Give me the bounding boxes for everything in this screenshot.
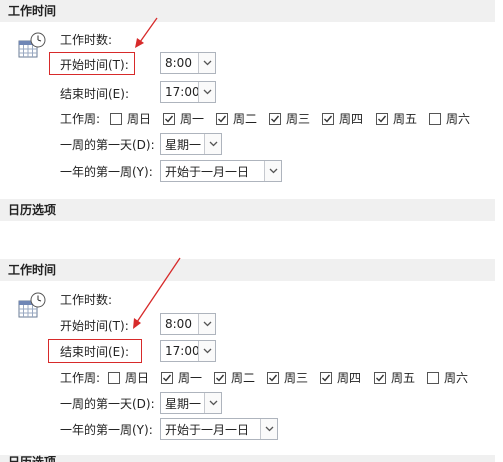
checkmark-icon (269, 374, 278, 382)
work-hours-label: 工作时数: (60, 293, 113, 307)
calendar-clock-icon (18, 32, 46, 58)
calendar-options-header: 日历选项 (0, 199, 495, 221)
chevron-down-icon[interactable] (198, 82, 215, 102)
checkmark-icon (216, 374, 225, 382)
day-label: 周五 (391, 371, 416, 385)
day-label: 周四 (339, 112, 364, 126)
day-label: 周五 (393, 112, 418, 126)
start-time-combo[interactable]: 8:00 (160, 52, 216, 74)
start-time-highlight (49, 52, 135, 75)
checkbox-0[interactable] (108, 372, 120, 384)
work-hours-label: 工作时数: (60, 33, 113, 47)
calendar-options-header-2: 日历选项 (0, 455, 495, 462)
first-day-combo[interactable]: 星期一 (160, 392, 222, 414)
chevron-down-icon[interactable] (198, 53, 215, 73)
first-week-label: 一年的第一周(Y): (60, 165, 153, 179)
checkmark-icon (163, 374, 172, 382)
day-label: 周六 (444, 371, 469, 385)
day-label: 周二 (233, 112, 258, 126)
end-time-highlight (48, 339, 142, 363)
arrow-to-start-time (135, 17, 158, 48)
day-label: 周一 (178, 371, 203, 385)
checkbox-5[interactable] (374, 372, 386, 384)
work-time-header: 工作时间 (0, 0, 495, 22)
day-label: 周日 (125, 371, 150, 385)
first-day-label: 一周的第一天(D): (60, 397, 155, 411)
checkmark-icon (271, 115, 280, 123)
work-week-label: 工作周: (60, 371, 101, 385)
checkbox-4[interactable] (320, 372, 332, 384)
first-day-combo[interactable]: 星期一 (160, 133, 222, 155)
start-time-label: 开始时间(T): (60, 319, 129, 333)
checkbox-6[interactable] (427, 372, 439, 384)
checkbox-6[interactable] (429, 113, 441, 125)
chevron-down-icon[interactable] (204, 134, 221, 154)
first-week-label: 一年的第一周(Y): (60, 423, 153, 437)
calendar-clock-icon (18, 292, 46, 318)
checkbox-4[interactable] (322, 113, 334, 125)
start-time-value: 8:00 (165, 317, 192, 331)
checkmark-icon (165, 115, 174, 123)
checkmark-icon (218, 115, 227, 123)
work-week-label: 工作周: (60, 112, 101, 126)
checkmark-icon (324, 115, 333, 123)
work-time-header-2: 工作时间 (0, 259, 495, 281)
day-label: 周二 (231, 371, 256, 385)
chevron-down-icon[interactable] (264, 161, 281, 181)
chevron-down-icon[interactable] (204, 393, 221, 413)
checkbox-5[interactable] (376, 113, 388, 125)
end-time-label: 结束时间(E): (60, 87, 129, 101)
first-day-label: 一周的第一天(D): (60, 138, 155, 152)
checkbox-3[interactable] (267, 372, 279, 384)
checkbox-1[interactable] (163, 113, 175, 125)
checkbox-2[interactable] (214, 372, 226, 384)
day-label: 周日 (127, 112, 152, 126)
day-label: 周六 (446, 112, 471, 126)
chevron-down-icon[interactable] (260, 419, 277, 439)
checkbox-3[interactable] (269, 113, 281, 125)
day-label: 周四 (337, 371, 362, 385)
first-day-value: 星期一 (165, 396, 202, 411)
checkmark-icon (322, 374, 331, 382)
day-label: 周三 (286, 112, 311, 126)
end-time-value: 17:00 (165, 85, 198, 99)
checkbox-1[interactable] (161, 372, 173, 384)
checkmark-icon (376, 374, 385, 382)
checkbox-0[interactable] (110, 113, 122, 125)
start-time-combo[interactable]: 8:00 (160, 313, 216, 335)
end-time-value: 17:00 (165, 344, 198, 358)
end-time-combo[interactable]: 17:00 (160, 340, 216, 362)
chevron-down-icon[interactable] (198, 341, 215, 361)
day-label: 周一 (180, 112, 205, 126)
day-label: 周三 (284, 371, 309, 385)
chevron-down-icon[interactable] (198, 314, 215, 334)
start-time-value: 8:00 (165, 56, 192, 70)
first-week-combo[interactable]: 开始于一月一日 (160, 418, 278, 440)
first-week-value: 开始于一月一日 (165, 164, 250, 179)
checkbox-2[interactable] (216, 113, 228, 125)
first-week-value: 开始于一月一日 (165, 422, 250, 437)
first-day-value: 星期一 (165, 137, 202, 152)
checkmark-icon (378, 115, 387, 123)
end-time-combo[interactable]: 17:00 (160, 81, 216, 103)
first-week-combo[interactable]: 开始于一月一日 (160, 160, 282, 182)
